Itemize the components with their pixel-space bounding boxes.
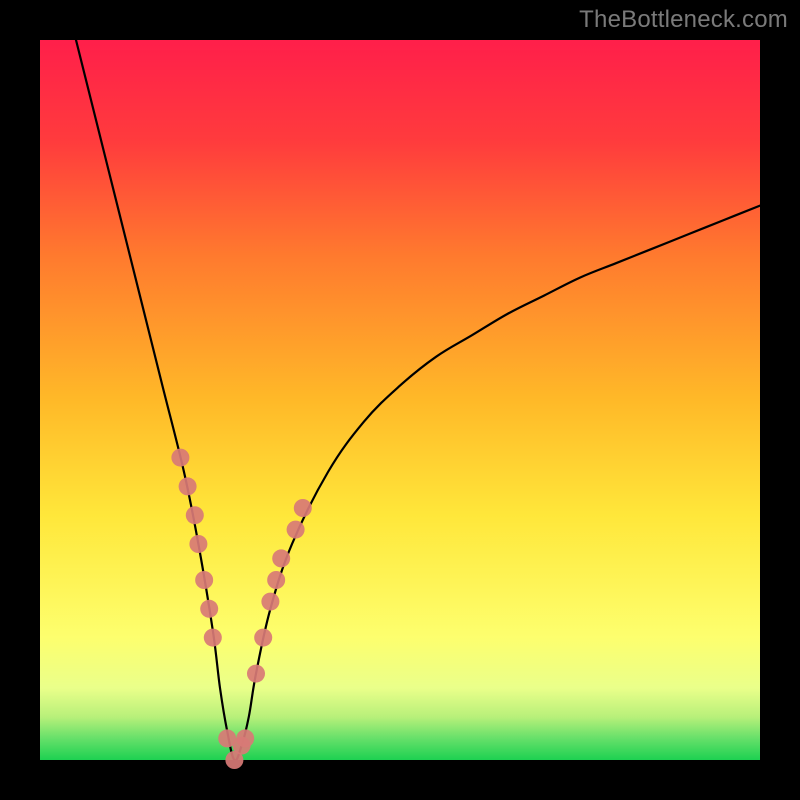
bottleneck-curve-path [76, 40, 760, 760]
marker-point [272, 549, 290, 567]
marker-point [204, 629, 222, 647]
plot-area [40, 40, 760, 760]
chart-frame: TheBottleneck.com [0, 0, 800, 800]
marker-point [179, 477, 197, 495]
marker-point [189, 535, 207, 553]
watermark-text: TheBottleneck.com [579, 6, 788, 34]
marker-point [236, 729, 254, 747]
marker-point [267, 571, 285, 589]
marker-point [171, 449, 189, 467]
marker-point [247, 665, 265, 683]
marker-group [171, 449, 311, 769]
marker-point [200, 600, 218, 618]
marker-point [294, 499, 312, 517]
chart-svg [40, 40, 760, 760]
marker-point [186, 506, 204, 524]
marker-point [195, 571, 213, 589]
marker-point [261, 593, 279, 611]
marker-point [287, 521, 305, 539]
marker-point [254, 629, 272, 647]
